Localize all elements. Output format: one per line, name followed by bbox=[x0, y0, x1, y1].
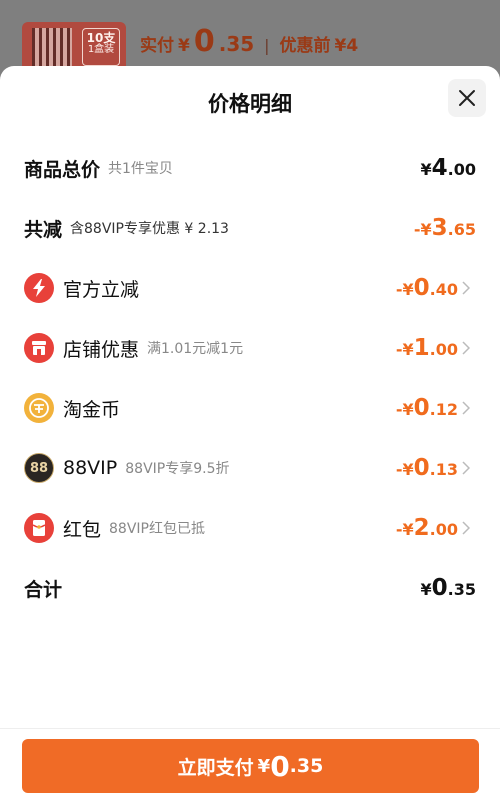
amount-dec: .00 bbox=[429, 340, 458, 359]
product-count-text: 10支 bbox=[86, 31, 116, 45]
currency: ¥ bbox=[402, 460, 414, 479]
row-red-packet[interactable]: 红包 88VIP红包已抵 - ¥2.00 bbox=[24, 508, 476, 548]
vip88-icon-text: 88 bbox=[29, 460, 49, 476]
minus-sign: - bbox=[395, 460, 403, 479]
currency: ¥ bbox=[402, 280, 414, 299]
row-sub: 88VIP专享9.5折 bbox=[125, 461, 230, 477]
paid-int: 0 bbox=[193, 24, 215, 59]
sheet-title: 价格明细 bbox=[208, 92, 292, 116]
currency: ¥ bbox=[402, 400, 414, 419]
row-amount: - ¥0.12 bbox=[396, 395, 458, 421]
row-amount: ¥4.00 bbox=[421, 155, 477, 181]
product-pack-text: 1盒装 bbox=[87, 44, 115, 55]
background-price-summary: 实付 ¥0.35 | 优惠前 ¥4 bbox=[140, 24, 358, 59]
amount-int: 1 bbox=[413, 335, 430, 361]
price-detail-sheet: 价格明细 商品总价 共1件宝贝 ¥4.00 共减 含88VIP专享优惠 ¥ 2.… bbox=[0, 66, 500, 812]
row-subtotal: 商品总价 共1件宝贝 ¥4.00 bbox=[24, 148, 476, 188]
close-button[interactable] bbox=[448, 79, 486, 117]
row-label: 淘金币 bbox=[63, 398, 121, 421]
currency: ¥ bbox=[420, 160, 432, 179]
amount-int: 3 bbox=[431, 215, 448, 241]
chevron-right-icon bbox=[462, 281, 476, 295]
separator: | bbox=[264, 36, 270, 55]
chevron-right-icon bbox=[462, 461, 476, 475]
coin-icon bbox=[24, 393, 54, 423]
amount-int: 0 bbox=[413, 395, 430, 421]
paid-label: 实付 bbox=[140, 36, 174, 56]
row-88vip[interactable]: 88 88VIP 88VIP专享9.5折 - ¥0.13 bbox=[24, 448, 476, 488]
amount-int: 0 bbox=[413, 455, 430, 481]
minus-sign: - bbox=[413, 220, 421, 239]
amount-dec: .65 bbox=[447, 220, 476, 239]
footer-divider bbox=[0, 728, 500, 729]
chevron-right-icon bbox=[462, 341, 476, 355]
row-sub: 满1.01元减1元 bbox=[147, 341, 244, 357]
minus-sign: - bbox=[395, 280, 403, 299]
close-icon bbox=[459, 90, 475, 106]
row-sub: 共1件宝贝 bbox=[108, 161, 173, 177]
pay-now-button[interactable]: 立即支付 ¥0.35 bbox=[22, 739, 479, 793]
row-taojinbi[interactable]: 淘金币 - ¥0.12 bbox=[24, 388, 476, 428]
row-sub: 含88VIP专享优惠 ¥ 2.13 bbox=[70, 221, 229, 237]
before-discount-value: ¥4 bbox=[334, 36, 359, 56]
product-pens-image bbox=[32, 28, 72, 68]
row-amount: - ¥0.40 bbox=[396, 275, 458, 301]
row-label: 商品总价 bbox=[24, 158, 101, 181]
row-amount: - ¥2.00 bbox=[396, 515, 458, 541]
paid-currency: ¥ bbox=[178, 36, 190, 56]
amount-dec: .40 bbox=[429, 280, 458, 299]
product-pack-label: 10支 1盒装 bbox=[82, 28, 120, 66]
row-official-discount[interactable]: 官方立减 - ¥0.40 bbox=[24, 268, 476, 308]
row-amount: - ¥1.00 bbox=[396, 335, 458, 361]
amount-int: 0 bbox=[413, 275, 430, 301]
amount-dec: .12 bbox=[429, 400, 458, 419]
row-label: 红包 bbox=[63, 518, 102, 541]
currency: ¥ bbox=[420, 580, 432, 599]
row-label: 合计 bbox=[24, 578, 63, 601]
row-label: 共减 bbox=[24, 218, 63, 241]
amount-dec: .13 bbox=[429, 460, 458, 479]
row-total-discount: 共减 含88VIP专享优惠 ¥ 2.13 - ¥3.65 bbox=[24, 208, 476, 248]
lightning-icon bbox=[24, 273, 54, 303]
currency: ¥ bbox=[402, 520, 414, 539]
row-sub: 88VIP红包已抵 bbox=[109, 521, 205, 537]
minus-sign: - bbox=[395, 400, 403, 419]
pay-label: 立即支付 bbox=[177, 756, 254, 779]
amount-int: 2 bbox=[413, 515, 430, 541]
amount-int: 4 bbox=[431, 155, 448, 181]
row-amount: - ¥3.65 bbox=[414, 215, 476, 241]
chevron-right-icon bbox=[462, 401, 476, 415]
shop-icon bbox=[24, 333, 54, 363]
amount-dec: .35 bbox=[447, 580, 476, 599]
amount-dec: .00 bbox=[429, 520, 458, 539]
pay-currency: ¥ bbox=[257, 755, 271, 777]
chevron-right-icon bbox=[462, 521, 476, 535]
row-total: 合计 ¥0.35 bbox=[24, 568, 476, 608]
pay-amount-int: 0 bbox=[270, 749, 290, 783]
row-label: 88VIP bbox=[63, 457, 118, 479]
paid-dec: .35 bbox=[218, 32, 255, 56]
vip88-icon: 88 bbox=[24, 453, 54, 483]
pay-amount-dec: .35 bbox=[289, 755, 324, 777]
currency: ¥ bbox=[402, 340, 414, 359]
before-discount-label: 优惠前 bbox=[279, 36, 331, 56]
minus-sign: - bbox=[395, 340, 403, 359]
red-packet-icon bbox=[24, 513, 54, 543]
row-label: 官方立减 bbox=[63, 278, 140, 301]
amount-dec: .00 bbox=[447, 160, 476, 179]
amount-int: 0 bbox=[431, 575, 448, 601]
minus-sign: - bbox=[395, 520, 403, 539]
row-amount: - ¥0.13 bbox=[396, 455, 458, 481]
row-shop-discount[interactable]: 店铺优惠 满1.01元减1元 - ¥1.00 bbox=[24, 328, 476, 368]
row-amount: ¥0.35 bbox=[421, 575, 477, 601]
currency: ¥ bbox=[420, 220, 432, 239]
row-label: 店铺优惠 bbox=[63, 338, 140, 361]
